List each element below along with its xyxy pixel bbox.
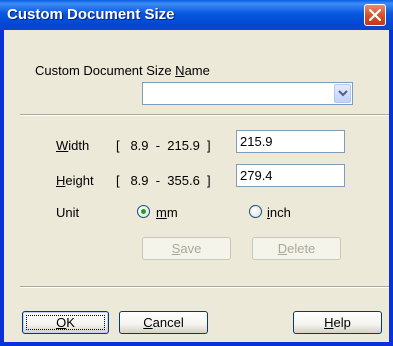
dialog-body: Custom Document Size Name Width [ 8.9 - … (4, 30, 389, 342)
name-combobox-dropdown-button[interactable] (334, 84, 351, 103)
unit-mm-mnemonic: m (156, 205, 167, 220)
unit-inch-rest: nch (269, 205, 291, 220)
close-button[interactable] (364, 4, 386, 26)
radio-selected-dot (141, 209, 146, 214)
width-label: Width (56, 138, 89, 153)
unit-mm-radio[interactable] (137, 205, 150, 218)
separator-bottom (20, 286, 389, 288)
ok-button[interactable]: OK (22, 311, 109, 334)
name-label-rest: ame (184, 63, 210, 78)
height-label-rest: eight (65, 173, 94, 188)
width-range: [ 8.9 - 215.9 ] (116, 138, 211, 153)
save-rest: ave (180, 241, 202, 256)
cancel-mnemonic: C (143, 315, 153, 330)
separator-top (20, 114, 389, 116)
unit-inch-radio[interactable] (249, 205, 262, 218)
cancel-button[interactable]: Cancel (119, 311, 208, 334)
name-label-mnemonic: N (175, 63, 185, 78)
dialog-window: Custom Document Size Custom Document Siz… (0, 0, 393, 346)
delete-mnemonic: D (277, 241, 288, 256)
cancel-rest: ancel (152, 315, 184, 330)
help-mnemonic: H (324, 315, 334, 330)
unit-inch-label[interactable]: inch (267, 205, 291, 220)
width-label-mnemonic: W (56, 138, 69, 153)
delete-button[interactable]: Delete (252, 237, 341, 260)
chevron-down-icon (338, 90, 348, 97)
help-button[interactable]: Help (293, 311, 382, 334)
name-label-text: Custom Document Size (35, 63, 176, 78)
height-range: [ 8.9 - 355.6 ] (116, 173, 211, 188)
ok-rest: K (66, 315, 75, 330)
unit-mm-label[interactable]: mm (156, 205, 178, 220)
name-label: Custom Document Size Name (35, 63, 210, 78)
name-combobox[interactable] (142, 82, 353, 105)
width-input[interactable]: 215.9 (236, 130, 345, 153)
unit-label: Unit (56, 205, 80, 220)
save-button[interactable]: Save (142, 237, 231, 260)
title-bar[interactable]: Custom Document Size (0, 0, 393, 30)
delete-rest: elete (287, 241, 316, 256)
ok-mnemonic: O (56, 315, 67, 330)
help-rest: elp (333, 315, 351, 330)
height-input[interactable]: 279.4 (236, 164, 345, 187)
dialog-title: Custom Document Size (7, 6, 175, 23)
height-label: Height (56, 173, 94, 188)
width-label-rest: idth (68, 138, 90, 153)
height-label-mnemonic: H (56, 173, 66, 188)
close-icon (369, 9, 381, 21)
unit-mm-rest: m (166, 205, 178, 220)
